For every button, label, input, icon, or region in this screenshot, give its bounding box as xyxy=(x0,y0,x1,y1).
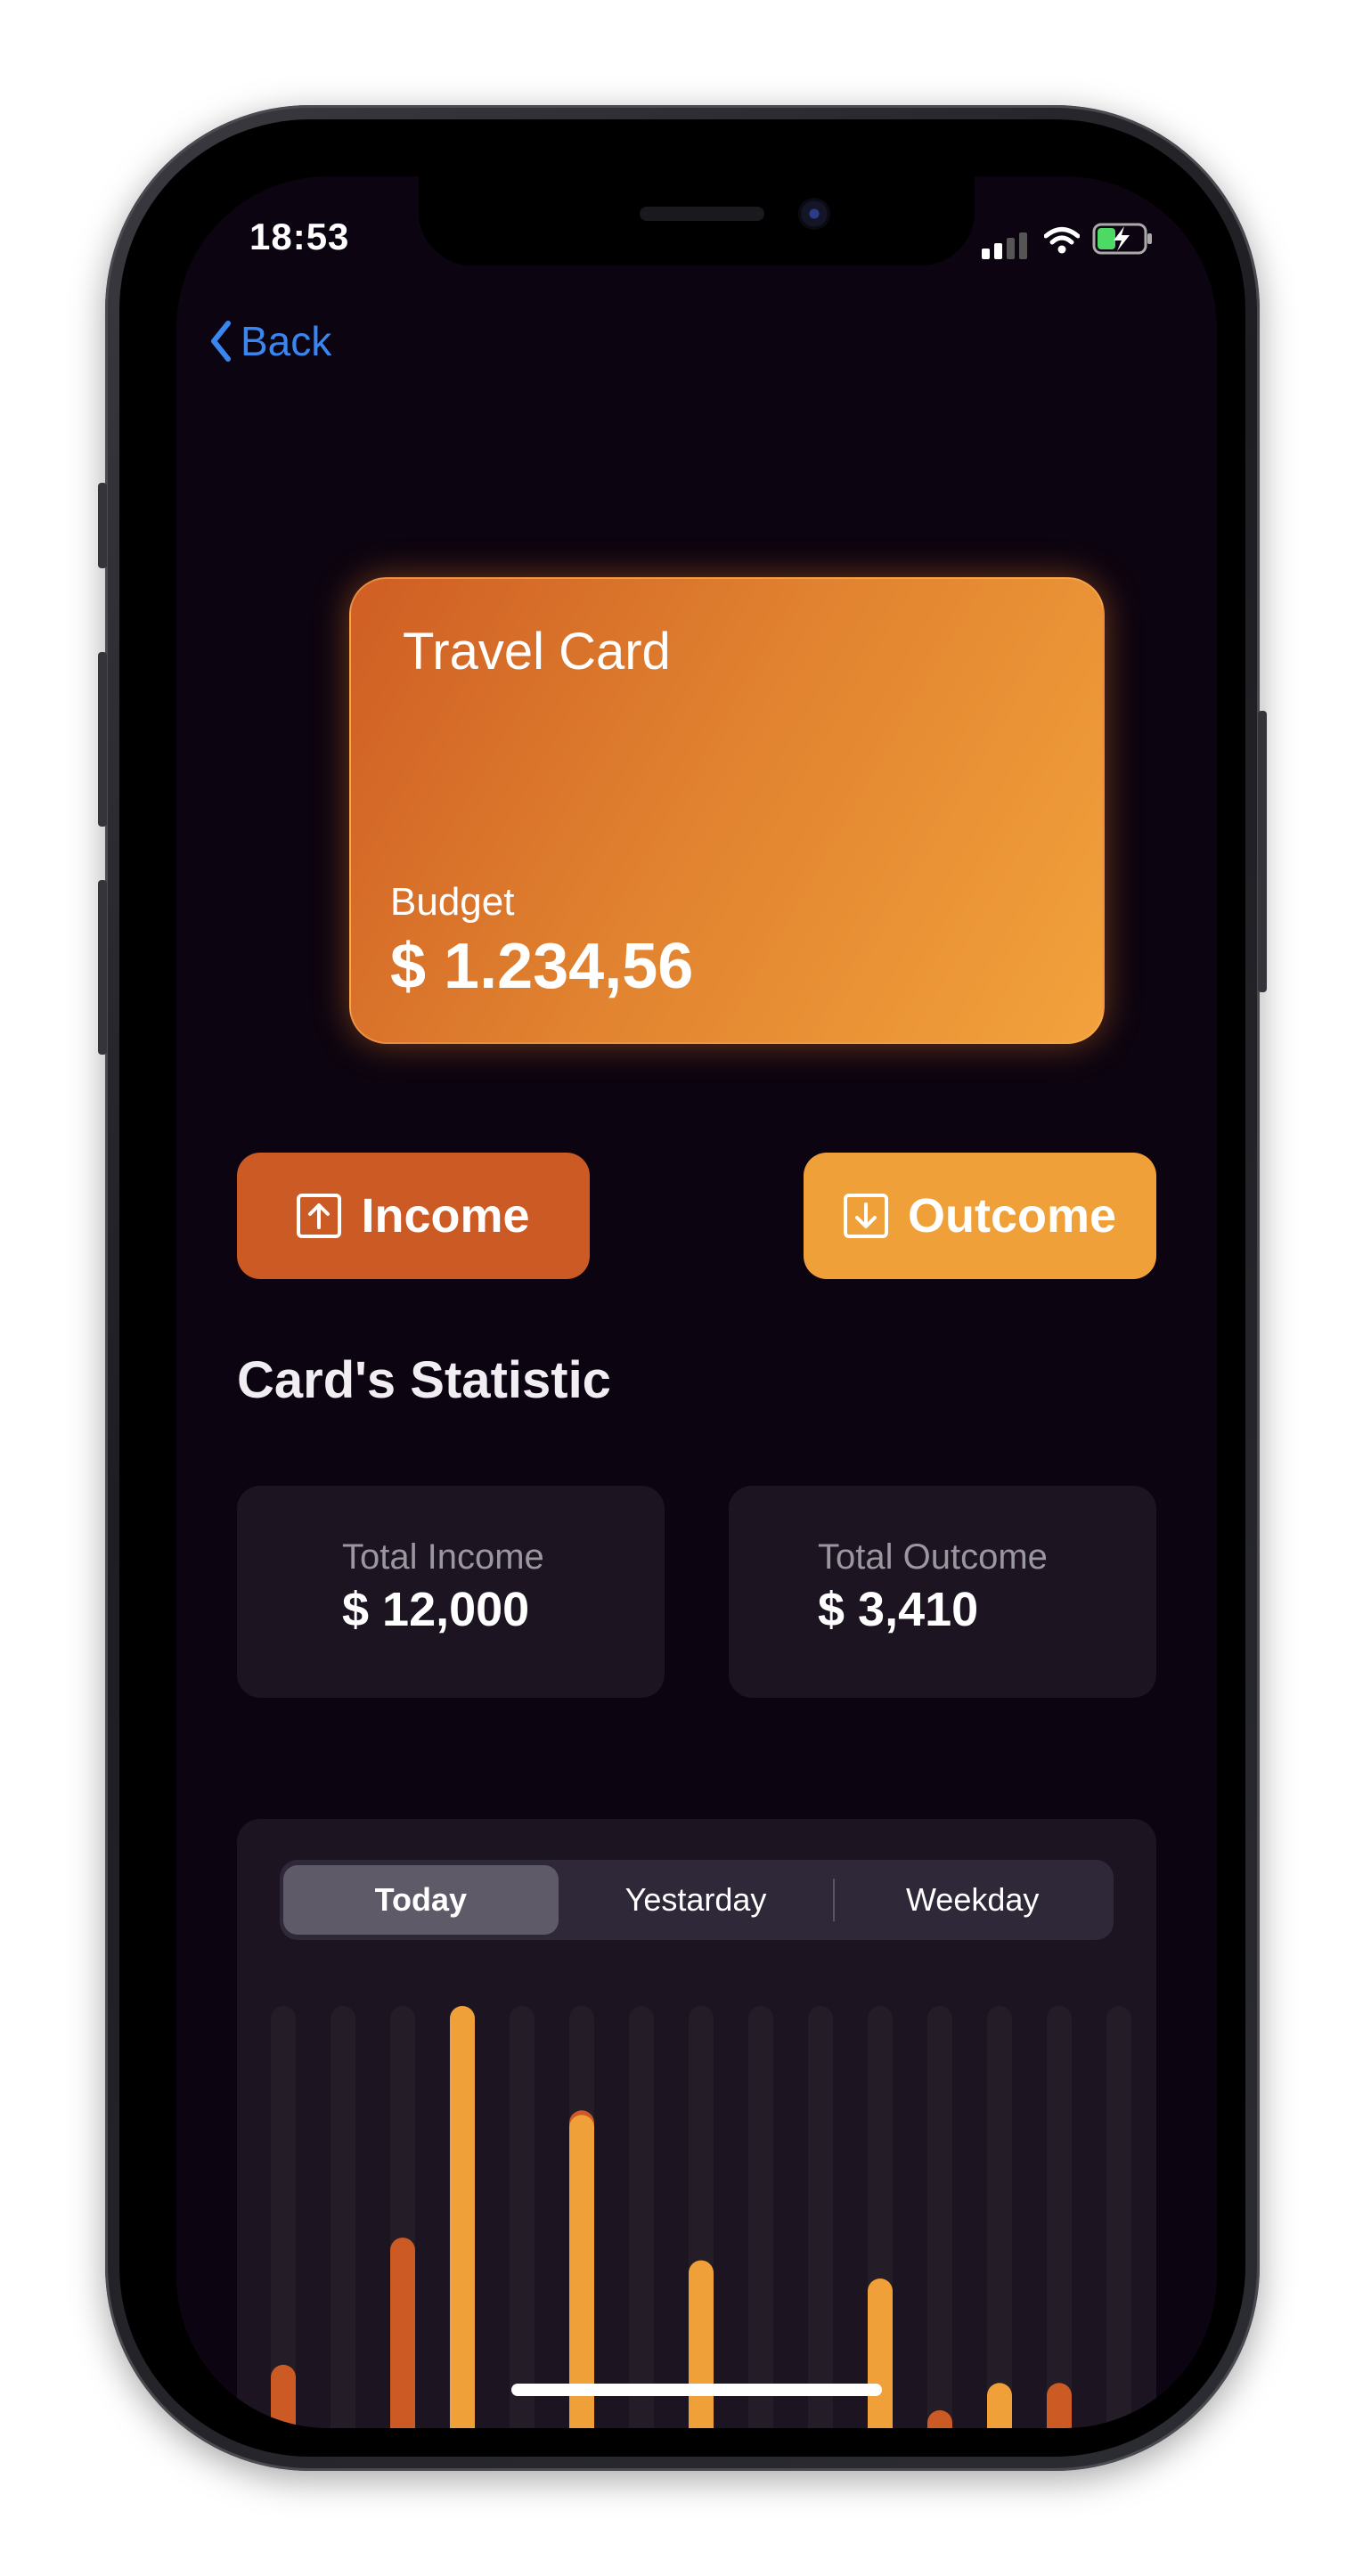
speaker-grille xyxy=(640,207,764,221)
outcome-bar[interactable] xyxy=(868,2278,893,2428)
card-title: Travel Card xyxy=(403,623,671,681)
chart-grid-column xyxy=(271,2006,296,2428)
chart-grid-column xyxy=(510,2006,535,2428)
arrow-down-box-icon xyxy=(843,1194,888,1238)
volume-up-button xyxy=(98,652,107,827)
screen: 18:53 Back Travel Card Budget $ 1.234,56… xyxy=(176,176,1217,2428)
total-outcome-box: Total Outcome $ 3,410 xyxy=(729,1486,1156,1698)
back-button[interactable]: Back xyxy=(208,317,331,365)
chart-grid-column xyxy=(629,2006,654,2428)
total-outcome-value: $ 3,410 xyxy=(818,1583,979,1636)
total-income-label: Total Income xyxy=(342,1537,544,1577)
cellular-signal-icon xyxy=(982,231,1032,259)
income-button[interactable]: Income xyxy=(237,1153,590,1279)
chart-grid-column xyxy=(927,2006,952,2428)
budget-value: $ 1.234,56 xyxy=(390,931,694,1002)
total-outcome-label: Total Outcome xyxy=(818,1537,1048,1577)
power-button xyxy=(1258,711,1267,992)
tab-yesterday[interactable]: Yestarday xyxy=(559,1865,834,1935)
period-segmented-control[interactable]: Today Yestarday Weekday xyxy=(280,1860,1114,1940)
chart-grid-column xyxy=(1106,2006,1131,2428)
outcome-button-label: Outcome xyxy=(907,1189,1117,1243)
outcome-bar[interactable] xyxy=(450,2006,475,2428)
total-income-value: $ 12,000 xyxy=(342,1583,530,1636)
front-camera xyxy=(798,198,830,230)
statistics-title: Card's Statistic xyxy=(237,1351,611,1409)
income-button-label: Income xyxy=(361,1189,530,1243)
chart-grid-column xyxy=(987,2006,1012,2428)
travel-card[interactable]: Travel Card Budget $ 1.234,56 xyxy=(349,577,1105,1044)
outcome-bar[interactable] xyxy=(569,2115,594,2428)
chevron-left-icon xyxy=(211,321,231,362)
status-icons xyxy=(982,223,1155,259)
chart-grid-column xyxy=(1047,2006,1072,2428)
notch xyxy=(419,176,975,265)
chart-panel: Today Yestarday Weekday xyxy=(237,1819,1156,2428)
total-income-box: Total Income $ 12,000 xyxy=(237,1486,665,1698)
outcome-button[interactable]: Outcome xyxy=(804,1153,1156,1279)
tab-today[interactable]: Today xyxy=(283,1865,559,1935)
chart-grid-column xyxy=(808,2006,833,2428)
phone-frame: 18:53 Back Travel Card Budget $ 1.234,56… xyxy=(98,105,1267,2471)
back-label: Back xyxy=(241,318,332,364)
outcome-bar[interactable] xyxy=(689,2260,714,2428)
outcome-bar[interactable] xyxy=(987,2383,1012,2428)
wifi-icon xyxy=(1043,226,1081,259)
bezel: 18:53 Back Travel Card Budget $ 1.234,56… xyxy=(119,119,1245,2457)
battery-charging-icon xyxy=(1092,223,1155,259)
chart-grid-column xyxy=(331,2006,355,2428)
tab-weekday[interactable]: Weekday xyxy=(835,1865,1110,1935)
income-bar[interactable] xyxy=(1047,2383,1072,2428)
status-time: 18:53 xyxy=(249,216,350,257)
mute-switch xyxy=(98,483,107,568)
arrow-up-box-icon xyxy=(297,1194,342,1238)
budget-label: Budget xyxy=(390,880,515,924)
chart-grid-column xyxy=(748,2006,773,2428)
volume-down-button xyxy=(98,880,107,1055)
home-indicator[interactable] xyxy=(511,2384,882,2396)
income-bar[interactable] xyxy=(271,2364,296,2428)
income-bar[interactable] xyxy=(390,2238,415,2428)
